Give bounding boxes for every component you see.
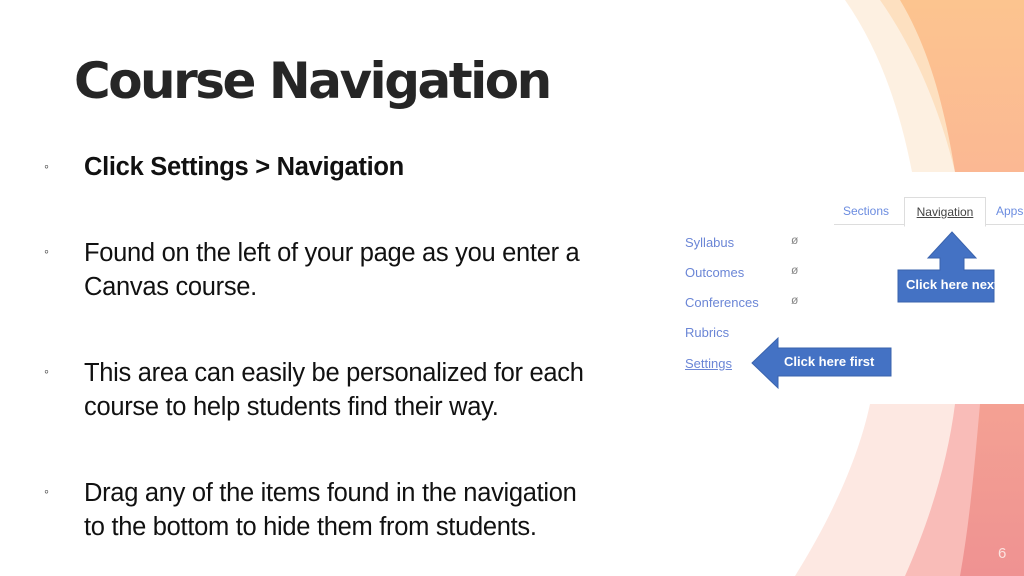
arrow-up-callout xyxy=(897,231,995,303)
bullet-line: to the bottom to hide them from students… xyxy=(84,513,537,541)
bullet-line: Found on the left of your page as you en… xyxy=(84,239,580,267)
bullet-marker: ◦ xyxy=(44,363,49,379)
eye-slash-icon: ø xyxy=(791,293,799,307)
bullet-marker: ◦ xyxy=(44,158,49,174)
bullet-line: Canvas course. xyxy=(84,273,257,301)
bullet-line: Click Settings > Navigation xyxy=(84,153,404,181)
tab-sections[interactable]: Sections xyxy=(838,197,894,225)
bullet-marker: ◦ xyxy=(44,483,49,499)
page-number: 6 xyxy=(998,545,1007,562)
slide-title: Course Navigation xyxy=(74,52,552,110)
tab-apps[interactable]: Apps xyxy=(996,197,1024,225)
bullet-item: Click Settings > Navigation xyxy=(84,150,664,184)
eye-slash-icon: ø xyxy=(791,263,799,277)
nav-link-syllabus[interactable]: Syllabus xyxy=(685,235,734,250)
bullet-line: This area can easily be personalized for… xyxy=(84,359,584,387)
bullet-marker: ◦ xyxy=(44,243,49,259)
bullet-item: Found on the left of your page as you en… xyxy=(84,236,664,304)
nav-link-rubrics[interactable]: Rubrics xyxy=(685,325,729,340)
nav-link-conferences[interactable]: Conferences xyxy=(685,295,759,310)
bullet-line: course to help students find their way. xyxy=(84,393,499,421)
callout-first-label: Click here first xyxy=(784,354,875,369)
bullet-item: Drag any of the items found in the navig… xyxy=(84,476,664,544)
nav-link-settings[interactable]: Settings xyxy=(685,356,732,371)
canvas-screenshot: Sections Navigation Apps Syllabus ø Outc… xyxy=(662,172,1024,404)
nav-link-outcomes[interactable]: Outcomes xyxy=(685,265,744,280)
bullet-item: This area can easily be personalized for… xyxy=(84,356,664,424)
bullet-line: Drag any of the items found in the navig… xyxy=(84,479,577,507)
tab-navigation[interactable]: Navigation xyxy=(904,197,986,227)
eye-slash-icon: ø xyxy=(791,233,799,247)
callout-next-label: Click here next! xyxy=(906,277,1003,292)
